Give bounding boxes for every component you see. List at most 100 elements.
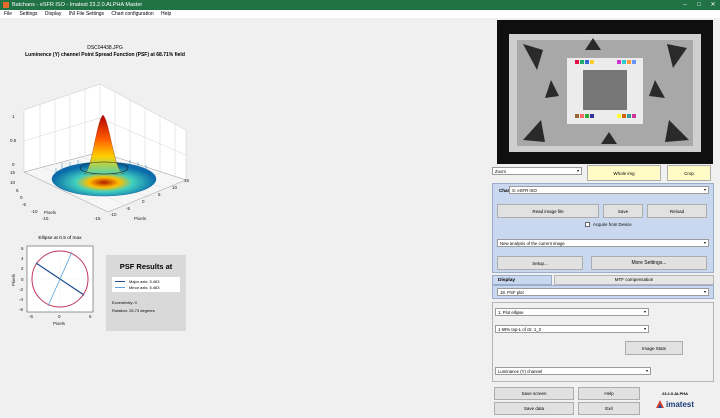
plot-filename: DSC04438.JPG [87,45,123,51]
chevron-down-icon: ▾ [643,309,646,314]
channel-select[interactable]: Luminance (Y) channel ▾ [495,367,651,375]
ellipse-value: 1. Plot ellipse [498,309,524,315]
ellipse-select[interactable]: 1. Plot ellipse ▾ [495,308,649,316]
plot-area: DSC04438.JPG Luminence (Y) channel Point… [0,18,490,418]
title-bar: Batchans - eSFR ISO - Imatest 23.2.0.ALP… [0,0,720,10]
eccentricity-text: Eccentricity: 0 [112,300,137,305]
psf-results-box: PSF Results at Major axis: 5.463 Minor a… [106,255,186,331]
minor-axis-swatch [115,287,125,288]
region-select[interactable]: 1 69% top-L of ctr. 1_3 ▾ [495,325,649,333]
plot-value: 18. PSF plot [500,289,524,295]
crop-button[interactable]: Crop [667,165,711,181]
ellipse-plot: 6 4 2 0 -2 -4 -6 -5 0 5 Pixels Pixels [11,245,94,326]
tab-mtf-compensation[interactable]: MTF compensation [554,275,714,285]
major-axis-swatch [115,281,125,282]
y-tick: -6 [19,307,23,312]
chart-panel: Chart S: eSFR ISO ▾ Read image file Save… [492,183,714,273]
save-button[interactable]: Save [603,204,643,218]
x-tick: 5 [89,314,92,319]
psf-3d-plot: 1 0.5 0 15 10 5 0 -5 -10 -15 -15 -10 -5 … [10,83,190,221]
close-button[interactable]: ✕ [706,0,720,10]
chart-value: S: eSFR ISO [512,187,537,193]
setup-button[interactable]: Setup... [497,256,583,270]
xlabel: Pixels [134,216,147,221]
y-tick: -15 [42,216,49,221]
menu-bar: File Settings Display INI File Settings … [0,10,720,18]
maximize-button[interactable]: □ [692,0,706,10]
ellipse-title: Ellipse at 0.5 of max [38,236,82,241]
window-title: Batchans - eSFR ISO - Imatest 23.2.0.ALP… [12,2,143,8]
y-tick: 0 [20,195,23,200]
y-tick: -2 [19,287,23,292]
image-stats-button[interactable]: Image Stats [625,341,683,355]
y-tick: -5 [22,202,26,207]
app-icon [3,2,9,8]
rotation-text: Rotation: 26.73 degrees [112,308,155,313]
region-value: 1 69% top-L of ctr. 1_3 [498,326,542,332]
z-tick: 0 [12,162,15,167]
results-legend: Major axis: 5.463 Minor axis: 5.463 [112,277,180,292]
y-tick: -10 [31,209,38,214]
more-settings-button[interactable]: More Settings... [591,256,707,270]
tab-display[interactable]: Display [492,275,552,285]
minimize-button[interactable]: – [678,0,692,10]
chevron-down-icon: ▾ [576,168,579,173]
analysis-value: New analysis of the current image [500,240,565,246]
display-panel: 18. PSF plot ▾ [492,285,714,299]
channel-value: Luminance (Y) channel [498,368,543,374]
whole-img-button[interactable]: Whole img [587,165,661,181]
chart-select[interactable]: S: eSFR ISO ▾ [509,186,709,194]
chevron-down-icon: ▾ [703,187,706,192]
menu-help[interactable]: Help [161,11,171,17]
ellipse-ylabel: Pixels [11,273,16,286]
x-tick: -15 [94,216,101,221]
ellipse-xlabel: Pixels [53,321,66,326]
y-tick: 5 [16,188,19,193]
chart-image [509,34,701,152]
zoom-select[interactable]: Zoom ▾ [492,167,582,175]
acquire-label: Acquire from Device [593,222,632,227]
y-tick: 0 [21,277,24,282]
plot-select[interactable]: 18. PSF plot ▾ [497,288,709,296]
z-tick: 0.5 [10,138,17,143]
x-tick: 15 [184,178,190,183]
x-tick: -5 [29,314,33,319]
chart-image-view[interactable] [497,20,713,164]
save-data-button[interactable]: Save data [494,402,574,415]
x-tick: 0 [58,314,61,319]
help-button[interactable]: Help [578,387,640,400]
analysis-select[interactable]: New analysis of the current image ▾ [497,239,709,247]
menu-file[interactable]: File [4,11,12,17]
x-tick: -10 [110,212,117,217]
z-tick: 1 [12,114,15,119]
y-tick: 2 [21,266,24,271]
save-screen-button[interactable]: Save screen [494,387,574,400]
imatest-logo-icon [656,400,664,408]
exit-button[interactable]: Exit [578,402,640,415]
results-title: PSF Results at [119,262,173,271]
acquire-checkbox[interactable] [585,222,590,227]
y-tick: -4 [19,297,23,302]
x-tick: 0 [142,199,145,204]
read-image-file-button[interactable]: Read image file [497,204,599,218]
minor-axis-label: Minor axis: 5.463 [129,285,160,290]
reload-button[interactable]: Reload [647,204,707,218]
chevron-down-icon: ▾ [703,289,706,294]
chevron-down-icon: ▾ [643,326,646,331]
menu-display[interactable]: Display [45,11,61,17]
plot-title: Luminence (Y) channel Point Spread Funct… [25,52,185,58]
y-tick: 4 [21,256,24,261]
menu-chart-configuration[interactable]: Chart configuration [111,11,153,17]
chevron-down-icon: ▾ [645,368,648,373]
x-tick: -5 [126,206,130,211]
ylabel: Pixels [44,210,57,215]
z-tick: 15 [10,170,16,175]
z-tick: 10 [10,180,16,185]
x-tick: 10 [172,185,178,190]
brand-name: imatest [666,400,695,409]
x-tick: 5 [158,192,161,197]
menu-ini-file-settings[interactable]: INI File Settings [69,11,104,17]
version-label: 23.2.0.ALPHA [662,391,689,396]
menu-settings[interactable]: Settings [19,11,37,17]
y-tick: 6 [21,246,24,251]
